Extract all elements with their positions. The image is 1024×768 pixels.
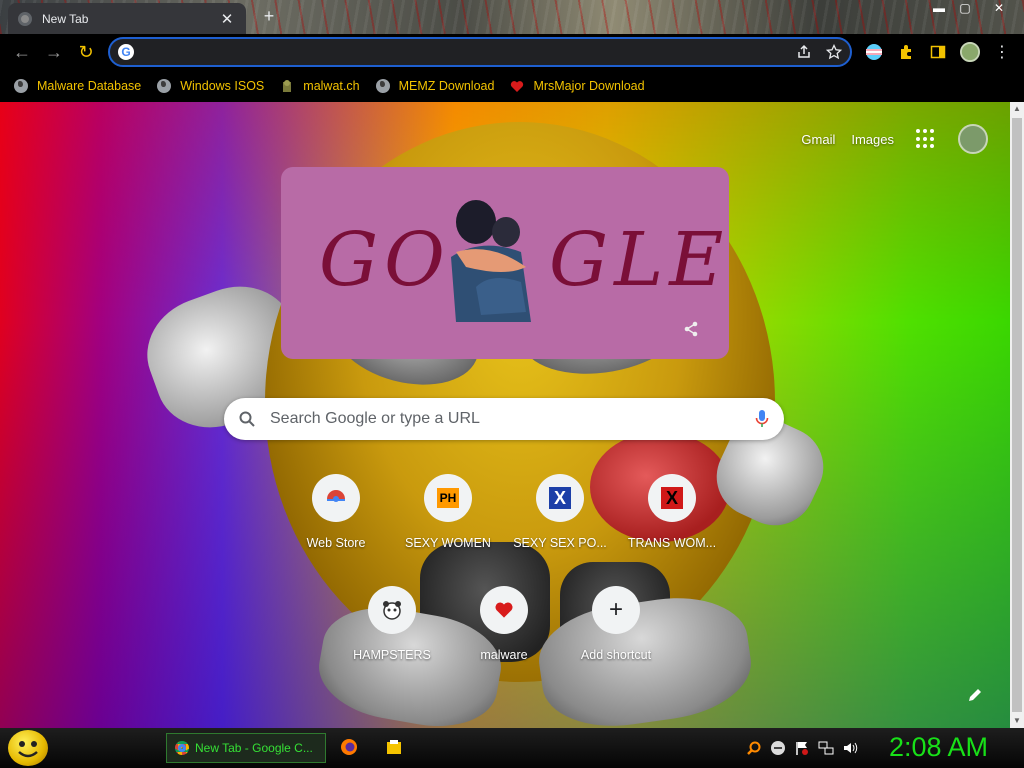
side-panel-icon[interactable]	[928, 42, 948, 62]
address-bar[interactable]: G	[108, 37, 852, 67]
shortcut-sexy-sex-po[interactable]: X SEXY SEX PO...	[504, 474, 616, 550]
ntp-header-links: Gmail Images	[785, 124, 988, 154]
forward-button[interactable]: →	[40, 38, 68, 66]
shortcut-label: SEXY SEX PO...	[513, 536, 607, 550]
search-icon	[239, 411, 255, 427]
bookmark-malware-database[interactable]: Malware Database	[14, 79, 141, 93]
x-blue-icon: X	[536, 474, 584, 522]
x-red-icon: X	[648, 474, 696, 522]
scroll-down-arrow-icon[interactable]: ▼	[1010, 714, 1024, 728]
google-doodle[interactable]: GO GLE	[281, 167, 729, 359]
tab-strip: New Tab ✕ + ▬ ▢ ✕	[0, 0, 1024, 34]
status-tray-icon[interactable]	[770, 740, 786, 756]
tab-close-icon[interactable]: ✕	[218, 10, 236, 28]
page-scrollbar[interactable]: ▲ ▼	[1010, 102, 1024, 728]
back-button[interactable]: ←	[8, 38, 36, 66]
customize-pencil-icon[interactable]	[966, 686, 984, 704]
shortcut-label: malware	[480, 648, 528, 662]
heart-icon	[510, 79, 524, 93]
shortcut-label: Web Store	[306, 536, 366, 550]
google-g-icon: G	[118, 44, 134, 60]
hugging-couple-illustration	[451, 200, 531, 322]
web-store-icon	[312, 474, 360, 522]
tab-title: New Tab	[42, 11, 89, 26]
reload-button[interactable]: ↻	[72, 38, 100, 66]
shortcut-trans-wom[interactable]: X TRANS WOM...	[616, 474, 728, 550]
shortcut-label: TRANS WOM...	[627, 536, 717, 550]
shortcut-label: Add shortcut	[580, 648, 652, 662]
firefox-icon[interactable]	[340, 738, 358, 756]
globe-icon	[157, 79, 172, 93]
share-page-icon[interactable]	[796, 44, 812, 60]
profile-avatar[interactable]	[960, 42, 980, 62]
bookmark-label: Malware Database	[37, 79, 142, 93]
taskbar-clock[interactable]: 2:08 AM	[889, 732, 988, 763]
shortcut-malware[interactable]: malware	[448, 586, 560, 662]
globe-icon	[375, 79, 390, 93]
volume-icon[interactable]	[842, 740, 858, 756]
shortcut-web-store[interactable]: Web Store	[280, 474, 392, 550]
new-tab-page: Gmail Images GO GLE Search Google or typ…	[0, 102, 1010, 728]
scroll-up-arrow-icon[interactable]: ▲	[1010, 102, 1024, 116]
extensions-puzzle-icon[interactable]	[896, 42, 916, 62]
ph-icon: PH	[424, 474, 472, 522]
minimize-button[interactable]: ▬	[928, 0, 950, 18]
gmail-link[interactable]: Gmail	[801, 132, 835, 147]
images-link[interactable]: Images	[851, 132, 894, 147]
network-icon[interactable]	[818, 740, 834, 756]
taskbar: New Tab - Google C... 2:08 AM	[0, 728, 1024, 768]
taskbar-chrome-window[interactable]: New Tab - Google C...	[166, 733, 326, 763]
doodle-right-text: GLE	[549, 217, 730, 303]
heart-icon	[480, 586, 528, 634]
chrome-icon	[175, 741, 189, 755]
voice-search-icon[interactable]	[754, 409, 770, 429]
google-apps-icon[interactable]	[916, 129, 936, 149]
bookmark-star-icon[interactable]	[826, 44, 842, 60]
browser-toolbar: ← → ↻ G ⋮	[0, 34, 1024, 70]
bookmarks-bar: Malware Database Windows ISOS malwat.ch …	[0, 70, 1024, 102]
bookmark-label: MrsMajor Download	[533, 79, 645, 93]
bookmark-malwatch[interactable]: malwat.ch	[280, 79, 360, 93]
address-input[interactable]	[142, 44, 782, 60]
globe-icon	[14, 79, 28, 93]
plus-icon: +	[592, 586, 640, 634]
maximize-button[interactable]: ▢	[954, 0, 976, 18]
file-explorer-icon[interactable]	[386, 738, 402, 756]
bookmark-windows-isos[interactable]: Windows ISOS	[157, 79, 264, 93]
search-tray-icon[interactable]	[746, 740, 762, 756]
share-doodle-icon[interactable]	[683, 321, 699, 337]
trans-flag-extension-icon[interactable]	[864, 42, 884, 62]
malwatch-icon	[280, 79, 294, 93]
google-search-box[interactable]	[224, 398, 784, 440]
bookmark-label: malwat.ch	[303, 79, 360, 93]
account-avatar[interactable]	[958, 124, 988, 154]
bookmark-memz-download[interactable]: MEMZ Download	[375, 79, 495, 93]
bookmark-mrsmajor-download[interactable]: MrsMajor Download	[510, 79, 645, 93]
shortcut-label: SEXY WOMEN	[405, 536, 491, 550]
search-input[interactable]	[270, 410, 754, 428]
doodle-left-text: GO	[319, 217, 451, 303]
shortcut-hampsters[interactable]: HAMPSTERS	[336, 586, 448, 662]
scrollbar-thumb[interactable]	[1012, 118, 1022, 712]
chrome-favicon-icon	[18, 11, 32, 26]
window-close-button[interactable]: ✕	[988, 0, 1010, 18]
shortcut-add[interactable]: + Add shortcut	[560, 586, 672, 662]
shortcut-label: HAMPSTERS	[353, 648, 431, 662]
new-tab-button[interactable]: +	[258, 6, 280, 27]
tab-new-tab[interactable]: New Tab ✕	[8, 3, 246, 34]
browser-menu-icon[interactable]: ⋮	[992, 42, 1012, 62]
start-button-smiley-icon[interactable]	[8, 730, 48, 766]
hamster-icon	[368, 586, 416, 634]
shortcut-sexy-women[interactable]: PH SEXY WOMEN	[392, 474, 504, 550]
taskbar-app-label: New Tab - Google C...	[195, 741, 313, 755]
action-center-flag-icon[interactable]	[794, 740, 810, 756]
bookmark-label: Windows ISOS	[180, 79, 265, 93]
bookmark-label: MEMZ Download	[398, 79, 495, 93]
